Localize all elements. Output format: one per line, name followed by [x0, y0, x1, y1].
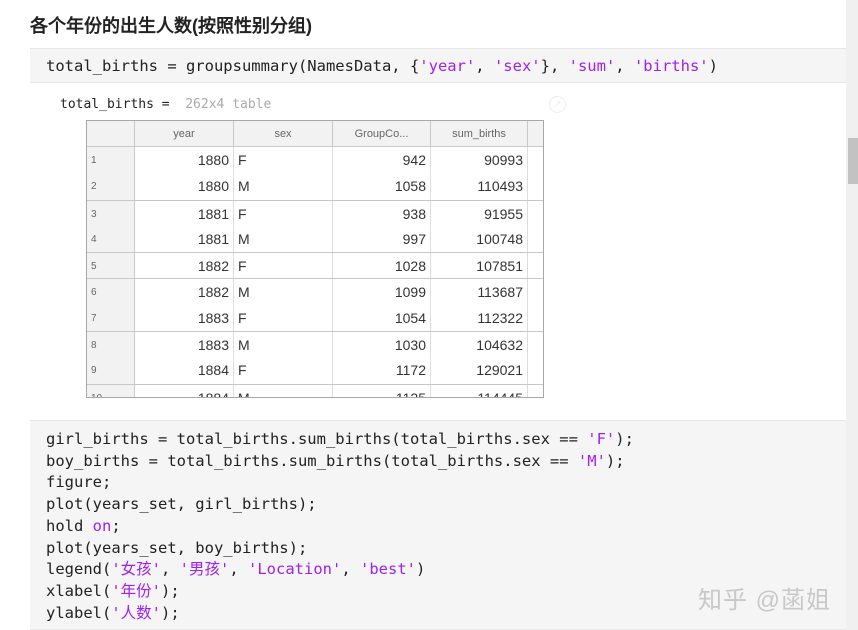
- code-line: figure;: [46, 473, 112, 492]
- table-cell[interactable]: 1882: [135, 279, 234, 305]
- table-cell[interactable]: 104632: [431, 332, 528, 358]
- table-body: 1 1880 F 942 90993 2 1880 M 1058 110493 3 1881 F 938 9…: [87, 147, 543, 397]
- table-cell[interactable]: 9: [87, 357, 135, 384]
- table-cell[interactable]: 112322: [431, 304, 528, 332]
- table-output[interactable]: year sex GroupCo... sum_births 1 1880 F 942…: [86, 120, 544, 398]
- output-size: 262x4 table: [185, 97, 272, 112]
- table-cell[interactable]: M: [234, 279, 333, 305]
- table-row: 3 1881 F 938 91955: [87, 199, 543, 226]
- table-cell[interactable]: 1881: [135, 225, 234, 253]
- table-cell[interactable]: 1054: [333, 304, 431, 332]
- row-filler: [528, 226, 543, 252]
- table-row: 1 1880 F 942 90993: [87, 147, 543, 174]
- table-cell[interactable]: 4: [87, 225, 135, 253]
- table-cell[interactable]: 1058: [333, 173, 431, 200]
- code-line: hold on;: [46, 516, 121, 535]
- table-cell[interactable]: M: [234, 332, 333, 358]
- table-cell[interactable]: F: [234, 304, 333, 332]
- table-cell[interactable]: 107851: [431, 253, 528, 279]
- table-cell[interactable]: M: [234, 173, 333, 200]
- row-filler: [528, 305, 543, 331]
- table-cell[interactable]: 6: [87, 279, 135, 305]
- table-row: 101884M1125114445: [87, 383, 543, 397]
- code-line: plot(years_set, boy_births);: [46, 538, 308, 557]
- table-row: 9 1884 F 1172 129021: [87, 357, 543, 384]
- table-cell[interactable]: 1883: [135, 332, 234, 358]
- row-filler: [528, 173, 543, 199]
- table-cell[interactable]: 942: [333, 147, 431, 174]
- table-cell[interactable]: 1884: [135, 384, 234, 397]
- table-cell[interactable]: 3: [87, 200, 135, 226]
- table-cell[interactable]: M: [234, 225, 333, 253]
- table-row: 4 1881 M 997 100748: [87, 225, 543, 253]
- table-header: year sex GroupCo... sum_births: [87, 121, 543, 147]
- table-row: 7 1883 F 1054 112322: [87, 304, 543, 332]
- column-header[interactable]: GroupCo...: [333, 121, 431, 146]
- open-variable-icon[interactable]: ↗: [549, 96, 566, 113]
- watermark: 知乎 @菡姐: [698, 587, 832, 614]
- table-cell[interactable]: F: [234, 253, 333, 279]
- code-cell-groupsummary[interactable]: total_births = groupsummary(NamesData, {…: [30, 48, 846, 83]
- table-cell[interactable]: 2: [87, 173, 135, 200]
- table-cell[interactable]: 1099: [333, 279, 431, 305]
- table-cell[interactable]: 110493: [431, 173, 528, 200]
- table-cell[interactable]: 1883: [135, 304, 234, 332]
- table-cell[interactable]: 113687: [431, 279, 528, 305]
- table-cell[interactable]: 5: [87, 253, 135, 279]
- table-cell[interactable]: M: [234, 384, 333, 397]
- table-cell[interactable]: F: [234, 147, 333, 174]
- scrollbar-thumb[interactable]: [848, 138, 858, 184]
- table-cell[interactable]: 90993: [431, 147, 528, 174]
- column-header[interactable]: year: [135, 121, 234, 146]
- row-filler: [528, 279, 543, 304]
- row-filler: [528, 253, 543, 278]
- row-filler: [528, 147, 543, 173]
- table-cell[interactable]: 1880: [135, 173, 234, 200]
- column-header[interactable]: sum_births: [431, 121, 528, 146]
- row-filler: [528, 357, 543, 383]
- table-cell[interactable]: 1882: [135, 253, 234, 279]
- column-header[interactable]: sex: [234, 121, 333, 146]
- table-row: 2 1880 M 1058 110493: [87, 173, 543, 200]
- table-cell[interactable]: 7: [87, 304, 135, 332]
- row-filler: [528, 332, 543, 357]
- table-cell[interactable]: F: [234, 357, 333, 384]
- table-cell[interactable]: 100748: [431, 225, 528, 253]
- table-cell[interactable]: 10: [87, 384, 135, 397]
- code-line: plot(years_set, girl_births);: [46, 495, 317, 514]
- section-heading: 各个年份的出生人数(按照性别分组): [30, 16, 312, 36]
- output-variable: total_births =: [60, 97, 170, 112]
- row-number-header: [87, 121, 135, 146]
- output-label: total_births = 262x4 table: [60, 97, 271, 112]
- table-cell[interactable]: 938: [333, 200, 431, 226]
- table-cell[interactable]: 1884: [135, 357, 234, 384]
- table-cell[interactable]: 1: [87, 147, 135, 174]
- table-cell[interactable]: 997: [333, 225, 431, 253]
- table-cell[interactable]: 1030: [333, 332, 431, 358]
- header-filler: [528, 121, 543, 146]
- table-cell[interactable]: 114445: [431, 384, 528, 397]
- table-cell[interactable]: F: [234, 200, 333, 226]
- code-line: girl_births = total_births.sum_births(to…: [46, 430, 634, 448]
- scrollbar[interactable]: [846, 0, 858, 630]
- row-filler: [528, 201, 543, 226]
- table-cell[interactable]: 1880: [135, 147, 234, 174]
- table-row: 8 1883 M 1030 104632: [87, 331, 543, 358]
- code-line: legend('女孩', '男孩', 'Location', 'best'): [46, 560, 426, 579]
- table-cell[interactable]: 8: [87, 332, 135, 358]
- table-cell[interactable]: 1172: [333, 357, 431, 384]
- table-row: 6 1882 M 1099 113687: [87, 278, 543, 305]
- table-cell[interactable]: 1028: [333, 253, 431, 279]
- table-cell[interactable]: 1881: [135, 200, 234, 226]
- code-line: boy_births = total_births.sum_births(tot…: [46, 451, 625, 470]
- table-cell[interactable]: 129021: [431, 357, 528, 384]
- table-cell[interactable]: 1125: [333, 384, 431, 397]
- table-cell[interactable]: 91955: [431, 200, 528, 226]
- table-row: 5 1882 F 1028 107851: [87, 252, 543, 279]
- row-filler: [528, 385, 543, 397]
